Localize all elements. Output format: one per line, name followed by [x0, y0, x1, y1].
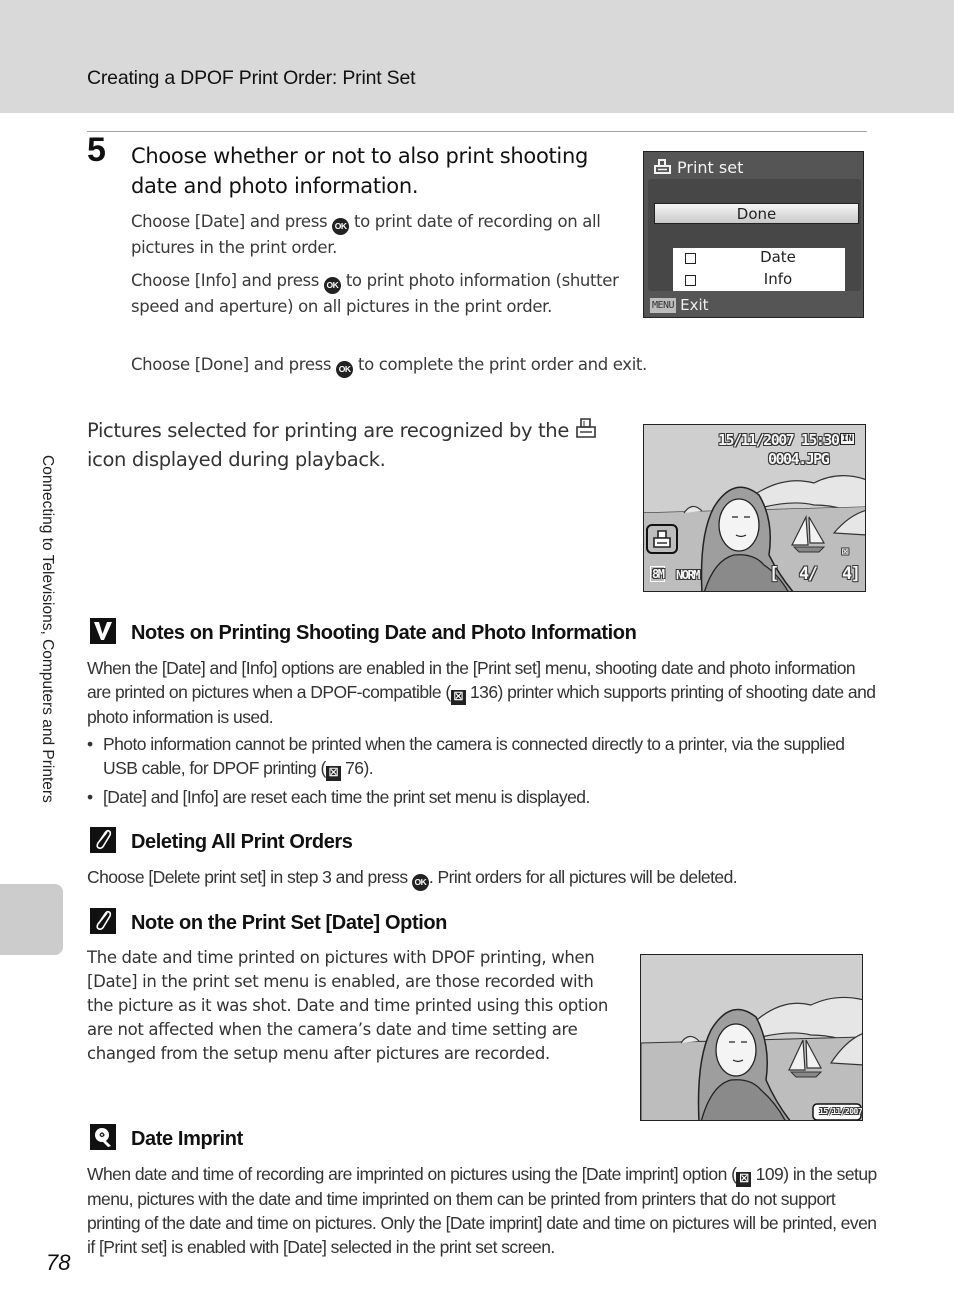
date-checkbox[interactable] [685, 253, 696, 264]
deleting-heading: Deleting All Print Orders [131, 831, 353, 853]
ok-button-icon: OK [323, 277, 341, 294]
menu-title: Print set [654, 158, 743, 177]
section-divider [87, 131, 867, 132]
date-imprint-heading: Date Imprint [131, 1128, 243, 1150]
tip-lightbulb-icon [90, 1124, 116, 1150]
done-option[interactable]: Done [654, 203, 859, 224]
no-voice-memo-icon: ⊠ [842, 545, 849, 558]
running-header: Creating a DPOF Print Order: Print Set [87, 67, 416, 89]
page-ref-link[interactable]: 136 [470, 682, 498, 702]
page-reference-icon: ☒ [450, 690, 466, 705]
playback-screen: 15/11/2007 15:30 IN 0004.JPG ⊠ 8M NORM [… [643, 424, 866, 592]
date-option[interactable]: Date [673, 248, 845, 269]
notes-heading: Notes on Printing Shooting Date and Phot… [131, 622, 637, 644]
date-option-body: The date and time printed on pictures wi… [87, 948, 609, 1063]
frame-bracket-open: [ [769, 564, 779, 584]
playback-datetime: 15/11/2007 15:30 [718, 431, 840, 449]
paperclip-icon [90, 908, 116, 934]
step-paragraph-done: Choose [Done] and press OK to complete t… [131, 352, 751, 378]
print-icon [654, 159, 671, 174]
date-option-heading: Note on the Print Set [Date] Option [131, 912, 447, 934]
info-option[interactable]: Info [673, 270, 845, 291]
list-item: [Date] and [Info] are reset each time th… [87, 785, 877, 809]
page-number: 78 [46, 1250, 71, 1275]
camera-print-set-menu: Print set Done Date Info MENU Exit [643, 151, 864, 318]
ok-button-icon: OK [336, 361, 354, 378]
chapter-thumb-tab [0, 884, 63, 955]
ok-button-icon: OK [411, 873, 429, 891]
info-checkbox[interactable] [685, 275, 696, 286]
check-mark-icon [90, 618, 116, 644]
page-ref-link[interactable]: 76 [345, 758, 364, 778]
image-mode-icon: 8M [650, 566, 666, 582]
page-ref-link[interactable]: 109 [756, 1164, 784, 1184]
print-icon [576, 418, 596, 438]
page-reference-icon: ☒ [736, 1172, 752, 1187]
list-item: Photo information cannot be printed when… [87, 732, 877, 781]
step-heading: Choose whether or not to also print shoo… [131, 144, 589, 198]
menu-panel: Done Date Info [648, 179, 861, 291]
header-band: Creating a DPOF Print Order: Print Set [0, 0, 954, 113]
frame-total: 4] [842, 564, 861, 584]
menu-options-list: Date Info [673, 248, 845, 291]
printed-date-stamp: 15/11/2007 [819, 1107, 863, 1116]
chapter-side-label: Connecting to Televisions, Computers and… [39, 455, 56, 803]
print-mark-icon [653, 530, 671, 548]
date-imprint-body: When date and time of recording are impr… [87, 1164, 877, 1257]
step-paragraph-date: Choose [Date] and press OK to print date… [131, 212, 601, 257]
notes-body: When the [Date] and [Info] options are e… [87, 658, 876, 727]
recognition-note: Pictures selected for printing are recog… [87, 416, 627, 474]
menu-button-icon: MENU [650, 297, 677, 313]
exit-label: Exit [680, 296, 709, 314]
internal-memory-icon: IN [840, 433, 855, 445]
playback-filename: 0004.JPG [768, 450, 830, 468]
ok-button-icon: OK [332, 218, 350, 235]
menu-footer: MENU Exit [650, 296, 709, 314]
print-sample-photo: 15/11/2007 [640, 954, 863, 1121]
notes-bullets: Photo information cannot be printed when… [87, 732, 877, 809]
image-quality: NORM [676, 568, 700, 582]
paperclip-icon [90, 827, 116, 853]
frame-current: 4/ [799, 564, 818, 584]
sample-photo-art [641, 955, 862, 1120]
playback-photo [644, 425, 865, 591]
step-paragraph-info: Choose [Info] and press OK to print phot… [131, 271, 619, 316]
step-number: 5 [87, 131, 106, 169]
page-reference-icon: ☒ [325, 766, 341, 781]
deleting-body: Choose [Delete print set] in step 3 and … [87, 865, 877, 891]
